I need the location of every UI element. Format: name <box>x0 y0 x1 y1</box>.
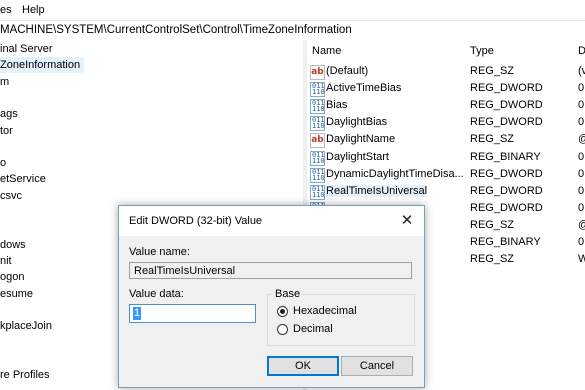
value-name-label-text: Value name: <box>129 246 190 258</box>
value-type: REG_SZ <box>470 65 515 77</box>
value-name: RealTimeIsUniversal <box>326 184 428 197</box>
value-data: 0 <box>578 236 585 248</box>
tree-item[interactable]: inal Server <box>0 41 57 57</box>
value-type: REG_SZ <box>470 218 515 231</box>
value-row[interactable]: 011 110 Bias REG_DWORD 0 <box>307 97 585 115</box>
hexadecimal-label[interactable]: Hexadecimal <box>293 305 357 317</box>
value-data-text[interactable]: 1 <box>133 307 142 320</box>
cancel-button[interactable]: Cancel <box>341 356 413 376</box>
value-data: 0 <box>578 184 585 197</box>
tree-item[interactable]: esume <box>0 286 37 302</box>
value-data: 0 <box>578 201 585 214</box>
column-header-type[interactable]: Type <box>470 40 494 62</box>
menu-bar: es Help <box>0 0 585 20</box>
value-type: REG_DWORD <box>470 184 543 197</box>
dialog-title: Edit DWORD (32-bit) Value <box>129 215 263 227</box>
tree-item[interactable]: m <box>0 74 13 90</box>
tree-item[interactable]: kplaceJoin <box>0 318 56 334</box>
tree-item[interactable]: etService <box>0 171 50 187</box>
value-name: (Default) <box>326 65 369 77</box>
value-name: DynamicDaylightTimeDisa... <box>326 167 464 180</box>
column-header-name[interactable]: Name <box>312 40 341 62</box>
menu-help[interactable]: Help <box>22 4 45 16</box>
value-type: REG_DWORD <box>470 167 543 180</box>
radio-selected-dot <box>280 309 285 314</box>
tree-item[interactable] <box>0 334 4 350</box>
tree-item[interactable] <box>0 220 4 236</box>
binary-value-icon: 011110 <box>310 167 325 183</box>
tree-item[interactable]: csvc <box>0 188 26 204</box>
tree-item[interactable]: ZoneInformation <box>0 57 85 74</box>
value-data: 0 <box>578 116 585 129</box>
value-data: 0 <box>578 167 585 180</box>
value-type: REG_SZ <box>470 133 515 146</box>
value-data: 0 <box>578 82 585 95</box>
value-data-label: Value data: <box>129 288 184 300</box>
address-path[interactable]: MACHINE\SYSTEM\CurrentControlSet\Control… <box>0 24 352 36</box>
value-type: REG_BINARY <box>470 150 541 163</box>
dialog-title-bar[interactable]: Edit DWORD (32-bit) Value ✕ <box>119 206 424 236</box>
tree-item[interactable]: re Profiles <box>0 367 54 383</box>
binary-value-icon: 011110 <box>310 184 325 200</box>
string-value-icon: ab <box>310 65 325 80</box>
value-name-field: RealTimeIsUniversal <box>129 262 412 279</box>
column-header-data[interactable]: D <box>578 40 585 62</box>
value-data: W <box>578 253 585 266</box>
tree-item[interactable] <box>0 139 4 155</box>
value-type: REG_DWORD <box>470 201 543 214</box>
value-row[interactable]: 011 110 DaylightBias REG_DWORD 0 <box>307 114 585 132</box>
tree-item[interactable]: ogon <box>0 269 28 285</box>
value-type: REG_DWORD <box>470 99 543 112</box>
value-data: 0 <box>578 150 585 163</box>
value-row[interactable]: 011 110 DaylightStart REG_BINARY 0 <box>307 149 585 166</box>
tree-item[interactable] <box>0 90 4 106</box>
value-name-label: Value name: <box>129 246 190 258</box>
base-label: Base <box>273 288 303 300</box>
value-name: DaylightBias <box>326 116 388 129</box>
binary-value-icon: 011110 <box>310 82 325 98</box>
tree-item[interactable]: tor <box>0 123 17 139</box>
value-name: DaylightStart <box>326 150 389 163</box>
value-type: REG_BINARY <box>470 236 541 248</box>
value-row[interactable]: abDaylightName REG_SZ @ <box>307 131 585 149</box>
value-name: DaylightName <box>326 133 396 146</box>
address-bar[interactable]: MACHINE\SYSTEM\CurrentControlSet\Control… <box>0 20 585 41</box>
hexadecimal-radio[interactable] <box>277 306 288 317</box>
ok-button[interactable]: OK <box>267 356 339 376</box>
value-data: 0 <box>578 99 585 112</box>
value-row[interactable]: ab (Default) REG_SZ (v <box>307 63 585 80</box>
value-data: @ <box>578 219 585 231</box>
value-row[interactable]: 011 110 DynamicDaylightTimeDisa... REG_DWOR… <box>307 166 585 183</box>
value-type: REG_DWORD <box>470 82 543 95</box>
value-data: (v <box>578 65 585 77</box>
value-row[interactable]: 011 110 RealTimeIsUniversal REG_DWORD 0 <box>307 183 585 200</box>
edit-dword-dialog: Edit DWORD (32-bit) Value ✕ Value name: … <box>118 205 425 388</box>
binary-value-icon: 011110 <box>310 99 325 115</box>
value-type: REG_DWORD <box>470 116 543 129</box>
value-row[interactable]: 011 110 ActiveTimeBias REG_DWORD 0 <box>307 80 585 98</box>
tree-item[interactable] <box>0 204 4 220</box>
value-name: Bias <box>326 99 348 112</box>
binary-value-icon: 011110 <box>310 116 325 132</box>
value-data: @ <box>578 133 585 145</box>
tree-item[interactable] <box>0 302 4 318</box>
menu-edit[interactable]: es <box>0 4 12 16</box>
decimal-radio[interactable] <box>277 324 288 335</box>
value-type: REG_SZ <box>470 253 515 266</box>
value-data-input[interactable]: 1 <box>129 304 256 323</box>
tree-item[interactable]: nit <box>0 253 16 269</box>
tree-item[interactable]: o <box>0 155 10 171</box>
tree-item[interactable]: ags <box>0 106 22 122</box>
tree-item[interactable]: dows <box>0 237 30 253</box>
close-icon[interactable]: ✕ <box>390 206 424 236</box>
value-name: ActiveTimeBias <box>326 82 402 95</box>
tree-item[interactable] <box>0 351 4 367</box>
decimal-label[interactable]: Decimal <box>293 323 333 335</box>
binary-value-icon: 011110 <box>310 150 325 166</box>
base-group <box>267 294 415 346</box>
string-value-icon: ab <box>310 133 325 149</box>
